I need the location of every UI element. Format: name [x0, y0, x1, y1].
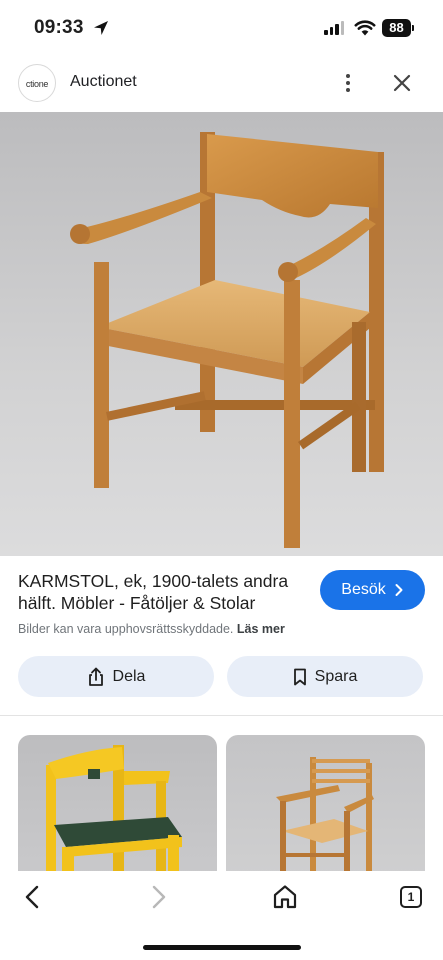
- site-name[interactable]: Auctionet: [70, 73, 137, 91]
- wifi-icon: [354, 20, 376, 36]
- share-icon: [88, 667, 103, 686]
- save-label: Spara: [314, 667, 358, 685]
- yellow-chair-image: [46, 745, 182, 875]
- site-logo[interactable]: ctione: [18, 64, 56, 102]
- share-button[interactable]: Dela: [18, 656, 214, 697]
- related-result-image[interactable]: [18, 735, 217, 875]
- location-arrow-icon: [94, 21, 108, 35]
- visit-button-label: Besök: [341, 581, 386, 598]
- main-result-image[interactable]: [0, 112, 443, 556]
- result-header: ctione Auctionet: [0, 58, 443, 112]
- battery-tip: [412, 25, 414, 31]
- bookmark-icon: [293, 668, 306, 685]
- related-result-image[interactable]: [226, 735, 425, 875]
- back-icon[interactable]: [20, 884, 46, 910]
- visit-button[interactable]: Besök: [320, 570, 425, 610]
- result-title[interactable]: KARMSTOL, ek, 1900-talets andra hälft. M…: [18, 570, 308, 614]
- copyright-notice: Bilder kan vara upphovsrättsskyddade. Lä…: [18, 622, 285, 636]
- battery-icon: 88: [382, 19, 411, 37]
- home-indicator: [143, 945, 301, 950]
- close-icon[interactable]: [390, 71, 414, 95]
- wooden-chair-image: [276, 757, 374, 875]
- tabs-icon[interactable]: 1: [400, 886, 422, 908]
- armchair-image: [70, 132, 384, 548]
- more-vertical-icon: [346, 74, 350, 78]
- save-button[interactable]: Spara: [227, 656, 423, 697]
- chevron-right-icon: [395, 584, 403, 596]
- status-bar: 09:33 88: [0, 0, 443, 58]
- bottom-navigation: 1: [0, 871, 443, 960]
- divider: [0, 715, 443, 716]
- copyright-text: Bilder kan vara upphovsrättsskyddade.: [18, 622, 234, 636]
- share-label: Dela: [112, 667, 146, 685]
- signal-icon: [324, 21, 344, 35]
- forward-icon[interactable]: [145, 884, 171, 910]
- more-options-button[interactable]: [336, 70, 360, 96]
- status-time: 09:33: [34, 17, 84, 38]
- home-icon[interactable]: [271, 883, 299, 911]
- read-more-link[interactable]: Läs mer: [237, 622, 285, 636]
